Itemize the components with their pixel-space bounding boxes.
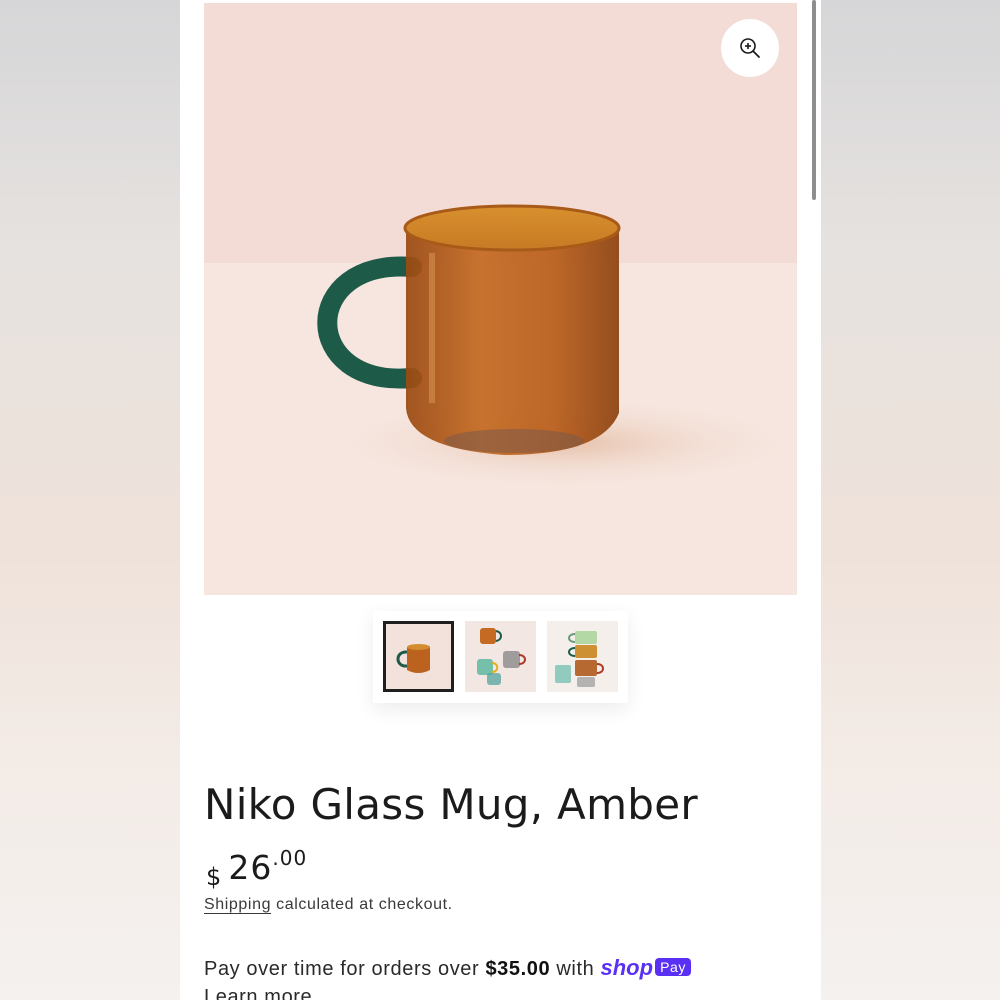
- zoom-in-icon: [740, 38, 760, 58]
- price-amount: 26: [228, 848, 273, 887]
- pay-text-before: Pay over time for orders over: [204, 958, 486, 980]
- thumbnail-mugs-group[interactable]: [465, 621, 536, 692]
- product-page: Niko Glass Mug, Amber $ 26.00 Shipping c…: [180, 0, 821, 1000]
- shipping-link[interactable]: Shipping: [204, 896, 271, 913]
- learn-more-link[interactable]: Learn more: [204, 986, 312, 1000]
- shop-pay-badge: Pay: [655, 958, 691, 976]
- shipping-note: Shipping calculated at checkout.: [204, 896, 453, 914]
- price-cents: .00: [272, 846, 308, 870]
- product-main-image[interactable]: [204, 3, 797, 595]
- mugs-stacked-thumb-image: [547, 621, 618, 692]
- amber-mug-thumb-image: [383, 621, 454, 692]
- shop-pay-installments: Pay over time for orders over $35.00 wit…: [204, 955, 691, 981]
- product-title: Niko Glass Mug, Amber: [204, 780, 698, 830]
- amber-mug-photo: [204, 3, 797, 595]
- pay-threshold: $35.00: [485, 958, 551, 980]
- backdrop-left: [0, 0, 180, 1000]
- thumbnail-strip: [373, 611, 628, 703]
- zoom-button[interactable]: [721, 19, 779, 77]
- pay-text-after: with: [550, 958, 601, 980]
- mugs-group-thumb-image: [465, 621, 536, 692]
- shipping-text: calculated at checkout.: [271, 896, 453, 913]
- shop-pay-logo: shop: [600, 955, 654, 980]
- thumbnail-mugs-stacked[interactable]: [547, 621, 618, 692]
- thumbnail-amber-mug[interactable]: [383, 621, 454, 692]
- scrollbar[interactable]: [812, 0, 816, 200]
- product-price: $ 26.00: [206, 846, 307, 891]
- backdrop-right: [821, 0, 1000, 1000]
- price-currency: $: [206, 863, 223, 891]
